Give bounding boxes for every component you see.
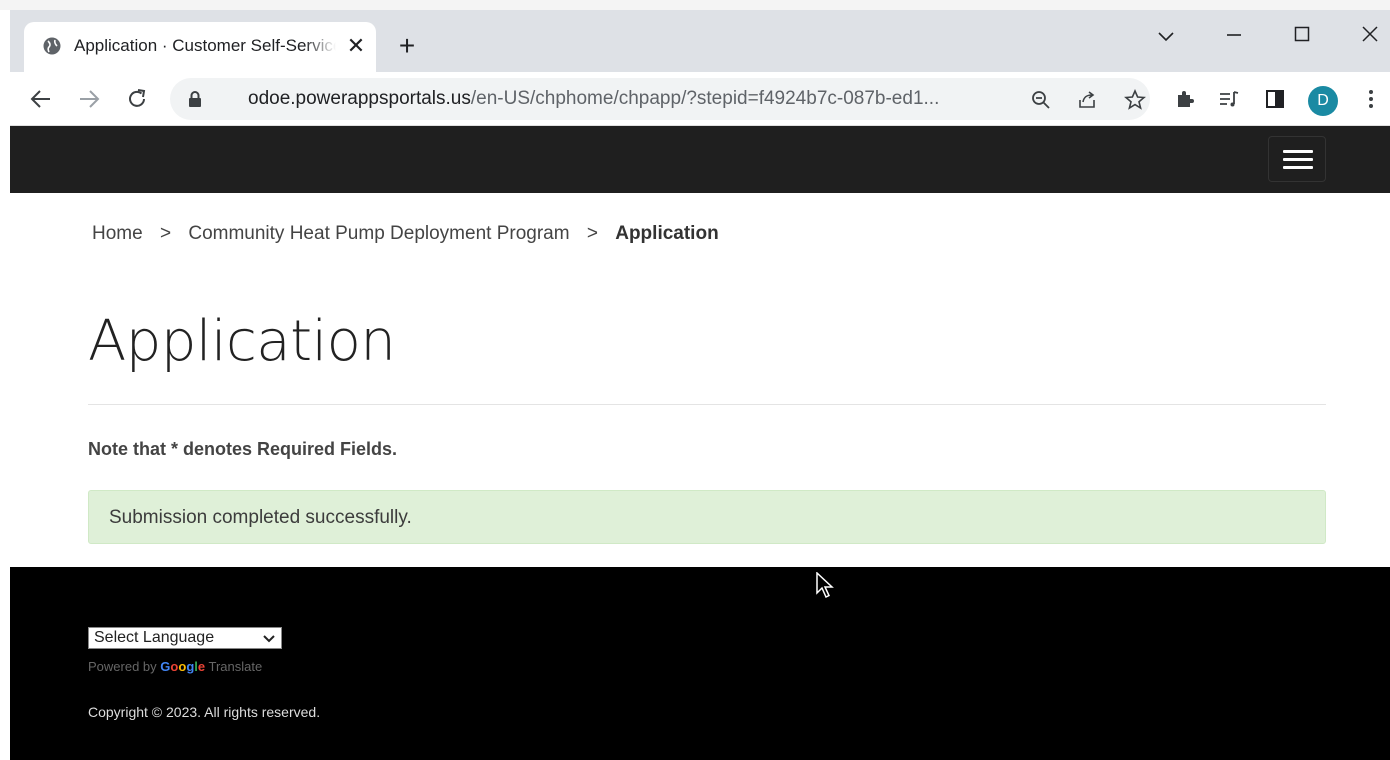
star-icon[interactable]: [1122, 87, 1148, 113]
back-icon[interactable]: [26, 84, 56, 114]
breadcrumb-separator: >: [159, 223, 172, 244]
browser-window: Application · Customer Self-Service ✕ +: [10, 10, 1390, 760]
google-logo: Google: [160, 659, 206, 674]
menu-icon[interactable]: [1268, 136, 1326, 182]
address-bar[interactable]: odoe.powerappsportals.us/en-US/chphome/c…: [170, 78, 1150, 120]
language-select-value: Select Language: [94, 629, 215, 646]
copyright: Copyright © 2023. All rights reserved.: [88, 704, 321, 720]
tab-title: Application · Customer Self-Service: [74, 36, 336, 55]
powered-by-google-translate: Powered by Google Translate: [88, 659, 262, 674]
zoom-icon[interactable]: [1028, 87, 1054, 113]
tab-bar: Application · Customer Self-Service ✕ +: [10, 10, 1390, 72]
more-icon[interactable]: [1356, 84, 1386, 114]
extensions-icon[interactable]: [1170, 84, 1200, 114]
background-window-sliver: [0, 0, 1390, 10]
portal-page: Home > Community Heat Pump Deployment Pr…: [10, 126, 1390, 760]
close-window-icon[interactable]: [1350, 20, 1390, 50]
reading-list-icon[interactable]: [1214, 84, 1244, 114]
url-host: odoe.powerappsportals.us: [248, 88, 471, 109]
chevron-down-icon[interactable]: [1146, 20, 1186, 50]
language-select[interactable]: Select Language: [88, 627, 282, 649]
page-title: Application: [88, 309, 396, 374]
translate-link[interactable]: Translate: [209, 659, 263, 674]
success-alert-text: Submission completed successfully.: [109, 507, 412, 528]
plus-icon[interactable]: +: [392, 32, 422, 62]
avatar[interactable]: D: [1308, 86, 1338, 116]
mouse-cursor-icon: [816, 572, 834, 599]
share-icon[interactable]: [1074, 87, 1100, 113]
browser-toolbar: odoe.powerappsportals.us/en-US/chphome/c…: [10, 72, 1390, 126]
title-divider: [88, 404, 1326, 405]
globe-icon: [43, 37, 61, 55]
powered-by-text: Powered by: [88, 659, 157, 674]
chevron-down-icon: [263, 628, 275, 648]
breadcrumb-separator: >: [586, 223, 598, 244]
browser-tab-active[interactable]: Application · Customer Self-Service ✕: [24, 22, 376, 72]
breadcrumb: Home > Community Heat Pump Deployment Pr…: [92, 223, 719, 245]
breadcrumb-home[interactable]: Home: [92, 223, 143, 244]
url-text: odoe.powerappsportals.us/en-US/chphome/c…: [248, 88, 939, 110]
side-panel-icon[interactable]: [1260, 84, 1290, 114]
maximize-icon[interactable]: [1282, 20, 1322, 50]
lock-icon: [189, 91, 201, 107]
site-header: [10, 126, 1390, 193]
forward-icon[interactable]: [74, 84, 104, 114]
site-footer: Select Language Powered by Google Transl…: [10, 567, 1390, 760]
breadcrumb-program[interactable]: Community Heat Pump Deployment Program: [188, 223, 569, 244]
success-alert: Submission completed successfully.: [88, 490, 1326, 544]
required-fields-note: Note that * denotes Required Fields.: [88, 439, 398, 459]
close-icon[interactable]: ✕: [344, 34, 368, 58]
breadcrumb-current: Application: [615, 223, 719, 244]
url-path: /en-US/chphome/chpapp/?stepid=f4924b7c-0…: [470, 88, 940, 109]
minimize-icon[interactable]: [1214, 20, 1254, 50]
reload-icon[interactable]: [122, 84, 152, 114]
